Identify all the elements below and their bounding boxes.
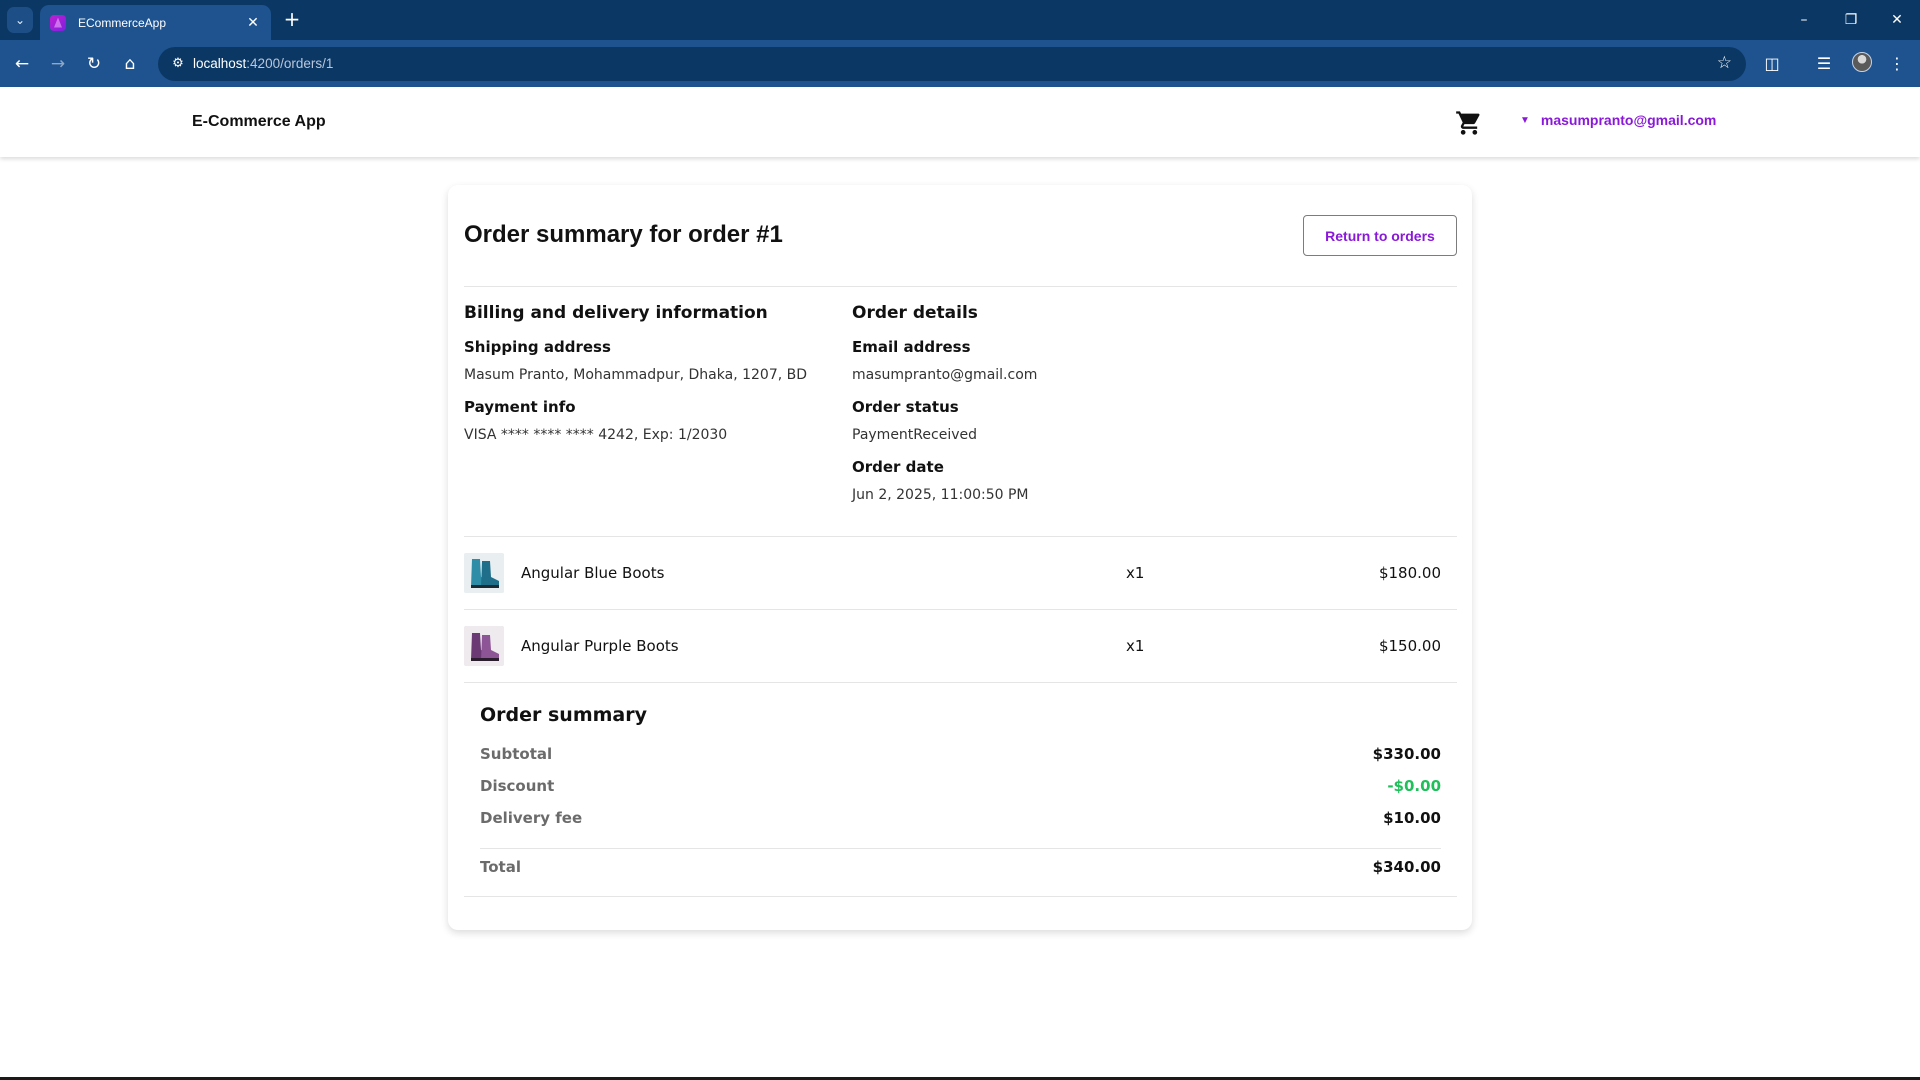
caret-down-icon: ▼ xyxy=(1520,114,1530,126)
return-to-orders-button[interactable]: Return to orders xyxy=(1303,215,1457,256)
reload-icon[interactable]: ↻ xyxy=(82,52,106,76)
boot-image-icon xyxy=(464,626,504,666)
browser-tabstrip: ⌄ ECommerceApp ✕ + – ❐ ✕ xyxy=(0,0,1920,40)
discount-value: -$0.00 xyxy=(1387,777,1441,795)
user-email: masumpranto@gmail.com xyxy=(1540,112,1717,128)
minimize-icon[interactable]: – xyxy=(1793,9,1815,31)
billing-section-title: Billing and delivery information xyxy=(464,303,768,323)
item-price: $150.00 xyxy=(1378,637,1441,655)
subtotal-label: Subtotal xyxy=(480,745,553,763)
divider xyxy=(464,682,1457,683)
order-date-label: Order date xyxy=(852,458,944,476)
site-info-icon[interactable]: ⚙ xyxy=(168,54,188,74)
shopping-cart-icon[interactable] xyxy=(1455,109,1483,137)
extensions-puzzle-icon[interactable]: ◫ xyxy=(1760,52,1784,76)
delivery-fee-value: $10.00 xyxy=(1383,809,1441,827)
product-thumbnail xyxy=(464,553,504,593)
tab-search-button[interactable]: ⌄ xyxy=(7,7,33,33)
delivery-fee-row: Delivery fee $10.00 xyxy=(480,809,1441,833)
order-summary-title: Order summary xyxy=(480,704,648,726)
browser-toolbar: ← → ↻ ⌂ ⚙ localhost:4200/orders/1 ☆ ◫ ☰ … xyxy=(0,40,1920,87)
tab-title: ECommerceApp xyxy=(78,15,167,30)
address-bar[interactable]: ⚙ localhost:4200/orders/1 ☆ xyxy=(158,47,1746,81)
order-status-value: PaymentReceived xyxy=(852,427,977,443)
discount-label: Discount xyxy=(480,777,555,795)
item-name: Angular Purple Boots xyxy=(521,637,679,655)
order-item-row: Angular Purple Boots x1 $150.00 xyxy=(464,610,1457,683)
total-label: Total xyxy=(480,858,521,876)
total-row: Total $340.00 xyxy=(480,858,1441,882)
close-icon[interactable]: ✕ xyxy=(245,15,261,31)
bookmark-star-icon[interactable]: ☆ xyxy=(1717,53,1732,73)
boot-image-icon xyxy=(464,553,504,593)
forward-arrow-icon[interactable]: → xyxy=(46,52,70,76)
page-title: Order summary for order #1 xyxy=(464,221,783,248)
profile-avatar[interactable] xyxy=(1852,52,1872,72)
order-date-value: Jun 2, 2025, 11:00:50 PM xyxy=(852,487,1029,503)
divider xyxy=(464,286,1457,287)
payment-info-label: Payment info xyxy=(464,398,576,416)
item-price: $180.00 xyxy=(1378,564,1441,582)
shipping-address-value: Masum Pranto, Mohammadpur, Dhaka, 1207, … xyxy=(464,367,808,383)
product-thumbnail xyxy=(464,626,504,666)
total-value: $340.00 xyxy=(1372,858,1441,876)
back-arrow-icon[interactable]: ← xyxy=(10,52,34,76)
order-item-row: Angular Blue Boots x1 $180.00 xyxy=(464,537,1457,610)
order-status-label: Order status xyxy=(852,398,959,416)
delivery-fee-label: Delivery fee xyxy=(480,809,583,827)
subtotal-value: $330.00 xyxy=(1372,745,1441,763)
divider xyxy=(480,848,1441,849)
browser-tab[interactable]: ECommerceApp ✕ xyxy=(40,5,271,40)
subtotal-row: Subtotal $330.00 xyxy=(480,745,1441,769)
angular-favicon-icon xyxy=(50,14,66,31)
shipping-address-label: Shipping address xyxy=(464,338,611,356)
item-quantity: x1 xyxy=(1126,564,1145,582)
app-header: E-Commerce App ▼ masumpranto@gmail.com xyxy=(0,87,1920,157)
close-window-icon[interactable]: ✕ xyxy=(1886,9,1908,31)
email-address-value: masumpranto@gmail.com xyxy=(852,367,1038,383)
email-address-label: Email address xyxy=(852,338,971,356)
chevron-down-icon: ⌄ xyxy=(14,13,26,27)
home-icon[interactable]: ⌂ xyxy=(118,52,142,76)
divider xyxy=(464,896,1457,897)
more-menu-icon[interactable]: ⋮ xyxy=(1885,52,1909,76)
restore-icon[interactable]: ❐ xyxy=(1840,9,1862,31)
url-text[interactable]: localhost:4200/orders/1 xyxy=(193,56,333,71)
order-summary-card: Order summary for order #1 Return to ord… xyxy=(448,185,1472,930)
url-path: :4200/orders/1 xyxy=(246,56,334,71)
user-menu-button[interactable]: ▼ masumpranto@gmail.com xyxy=(1520,112,1716,128)
media-controls-icon[interactable]: ☰ xyxy=(1812,52,1836,76)
brand-title[interactable]: E-Commerce App xyxy=(192,113,326,131)
new-tab-plus-icon[interactable]: + xyxy=(282,9,302,29)
order-details-title: Order details xyxy=(852,303,978,323)
item-quantity: x1 xyxy=(1126,637,1145,655)
discount-row: Discount -$0.00 xyxy=(480,777,1441,801)
url-host: localhost xyxy=(193,56,247,71)
payment-info-value: VISA **** **** **** 4242, Exp: 1/2030 xyxy=(464,427,728,443)
item-name: Angular Blue Boots xyxy=(521,564,665,582)
